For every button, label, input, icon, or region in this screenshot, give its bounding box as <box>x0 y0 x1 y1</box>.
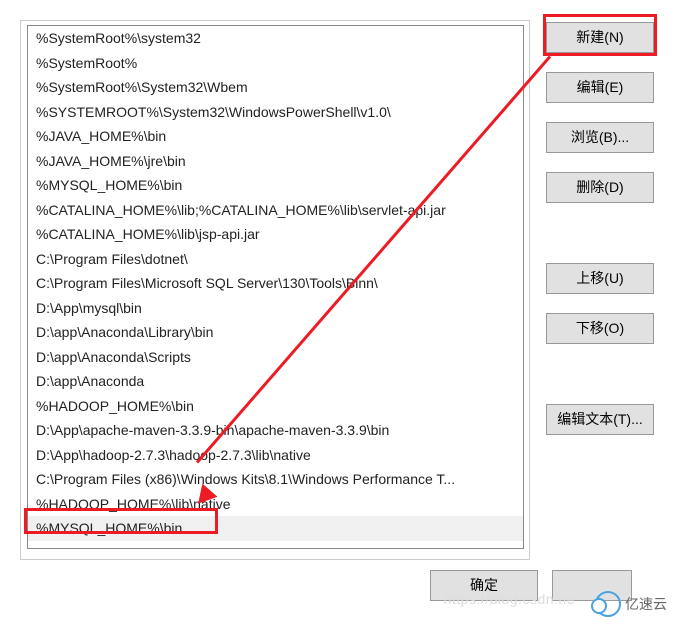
path-list-item[interactable]: C:\Program Files (x86)\Windows Kits\8.1\… <box>28 467 523 492</box>
path-list-item[interactable]: %SYSTEMROOT%\System32\WindowsPowerShell\… <box>28 100 523 125</box>
path-list-item[interactable]: %HADOOP_HOME%\lib\native <box>28 492 523 517</box>
button-column: 新建(N) 编辑(E) 浏览(B)... 删除(D) 上移(U) 下移(O) 编… <box>546 22 656 454</box>
cancel-button-partial[interactable] <box>552 570 632 601</box>
path-list-item[interactable]: %HADOOP_HOME%\bin <box>28 394 523 419</box>
path-list-item[interactable]: %SystemRoot%\system32 <box>28 26 523 51</box>
path-list-item[interactable]: D:\App\mysql\bin <box>28 296 523 321</box>
path-list-item[interactable]: D:\App\apache-maven-3.3.9-bin\apache-mav… <box>28 418 523 443</box>
path-list-item[interactable]: %MYSQL_HOME%\bin <box>28 173 523 198</box>
path-list-item[interactable]: C:\Program Files\dotnet\ <box>28 247 523 272</box>
path-list-item[interactable]: %JAVA_HOME%\bin <box>28 124 523 149</box>
delete-button[interactable]: 删除(D) <box>546 172 654 203</box>
ok-button[interactable]: 确定 <box>430 570 538 601</box>
path-list-item[interactable]: %JAVA_HOME%\jre\bin <box>28 149 523 174</box>
path-editor-dialog: %SystemRoot%\system32%SystemRoot%%System… <box>20 20 530 560</box>
path-list-item[interactable]: D:\app\Anaconda <box>28 369 523 394</box>
move-up-button[interactable]: 上移(U) <box>546 263 654 294</box>
edit-text-button[interactable]: 编辑文本(T)... <box>546 404 654 435</box>
path-list-item[interactable]: D:\app\Anaconda\Scripts <box>28 345 523 370</box>
path-list-item[interactable]: %CATALINA_HOME%\lib\jsp-api.jar <box>28 222 523 247</box>
browse-button[interactable]: 浏览(B)... <box>546 122 654 153</box>
path-list-item[interactable]: D:\App\hadoop-2.7.3\hadoop-2.7.3\lib\nat… <box>28 443 523 468</box>
move-down-button[interactable]: 下移(O) <box>546 313 654 344</box>
path-list-item[interactable]: %SystemRoot% <box>28 51 523 76</box>
new-button[interactable]: 新建(N) <box>546 22 654 53</box>
path-list-item[interactable]: %MYSQL_HOME%\bin <box>28 516 523 541</box>
path-list-item[interactable]: %SystemRoot%\System32\Wbem <box>28 75 523 100</box>
path-list-item[interactable]: C:\Program Files\Microsoft SQL Server\13… <box>28 271 523 296</box>
path-list[interactable]: %SystemRoot%\system32%SystemRoot%%System… <box>27 25 524 549</box>
edit-button[interactable]: 编辑(E) <box>546 72 654 103</box>
path-list-item[interactable]: D:\app\Anaconda\Library\bin <box>28 320 523 345</box>
path-list-item[interactable]: %CATALINA_HOME%\lib;%CATALINA_HOME%\lib\… <box>28 198 523 223</box>
bottom-button-row: 确定 <box>430 570 632 601</box>
